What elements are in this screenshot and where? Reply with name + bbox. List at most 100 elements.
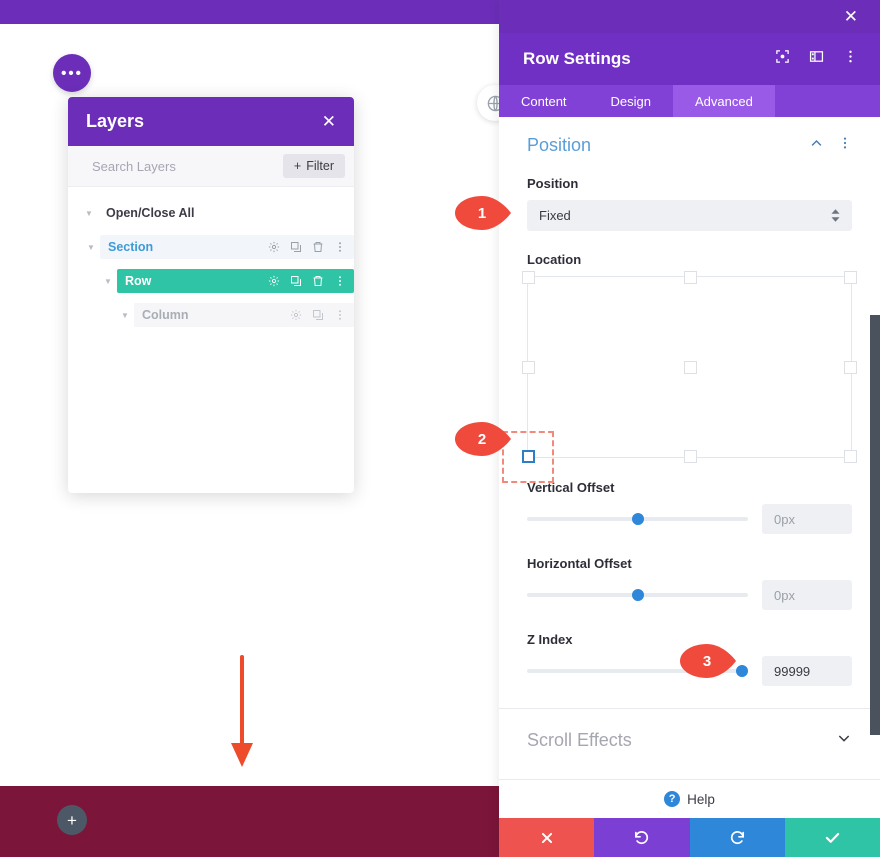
layer-row-column[interactable]: ▼ Column — [116, 303, 354, 327]
trash-icon[interactable] — [312, 241, 324, 253]
horizontal-offset-value[interactable]: 0px — [762, 580, 852, 610]
slider-knob[interactable] — [736, 665, 748, 677]
filter-button[interactable]: + Filter — [282, 154, 345, 178]
chevron-down-icon[interactable] — [836, 730, 852, 751]
close-icon[interactable]: ✕ — [844, 7, 858, 27]
settings-tabs: Content Design Advanced — [499, 85, 880, 117]
undo-button[interactable] — [594, 818, 690, 857]
save-button[interactable] — [784, 818, 880, 857]
tab-advanced[interactable]: Advanced — [673, 85, 775, 117]
anchor-top-left[interactable] — [522, 271, 535, 284]
annotation-marker-3-number: 3 — [702, 652, 712, 670]
layout-panel-icon[interactable] — [809, 49, 824, 69]
vertical-offset-label: Vertical Offset — [527, 480, 615, 495]
layer-label: Column — [142, 308, 189, 322]
help-button[interactable]: ? Help — [499, 779, 880, 818]
panel-scrollbar[interactable] — [870, 315, 880, 735]
anchor-middle-right[interactable] — [844, 361, 857, 374]
settings-scroll-area[interactable]: Position Position Fixed Location Vertica… — [499, 117, 880, 779]
help-label: Help — [687, 791, 715, 807]
annotation-marker-2: 2 — [455, 422, 511, 456]
settings-top-bar: ✕ — [499, 0, 880, 33]
duplicate-icon[interactable] — [290, 241, 302, 253]
layer-row-row[interactable]: ▼ Row — [99, 269, 354, 293]
anchor-bottom-right[interactable] — [844, 450, 857, 463]
more-vertical-icon[interactable] — [334, 275, 346, 287]
duplicate-icon[interactable] — [312, 309, 324, 321]
annotation-marker-1: 1 — [455, 196, 511, 230]
scroll-effects-title: Scroll Effects — [527, 730, 632, 750]
tab-design[interactable]: Design — [589, 85, 673, 117]
vertical-offset-slider[interactable] — [527, 510, 748, 528]
gear-icon[interactable] — [268, 241, 280, 253]
layer-label: Open/Close All — [106, 206, 195, 220]
chevron-down-icon[interactable]: ▼ — [99, 277, 117, 286]
location-grid[interactable] — [502, 271, 857, 483]
settings-header: Row Settings — [499, 33, 880, 85]
location-field-label: Location — [527, 252, 582, 267]
more-vertical-icon[interactable] — [334, 309, 346, 321]
position-section-header: Position — [527, 135, 852, 156]
tabs-filler — [775, 85, 880, 117]
trash-icon[interactable] — [312, 275, 324, 287]
position-select[interactable]: Fixed — [527, 200, 852, 231]
layers-panel: Layers ✕ + Filter ▼ Open/Close All ▼ — [68, 97, 354, 493]
layer-label: Section — [108, 240, 154, 254]
gear-icon[interactable] — [268, 275, 280, 287]
slider-knob[interactable] — [631, 589, 644, 601]
slider-knob[interactable] — [631, 513, 644, 525]
anchor-center[interactable] — [683, 361, 697, 374]
duplicate-icon[interactable] — [290, 275, 302, 287]
scroll-effects-section[interactable]: Scroll Effects — [499, 708, 880, 772]
vertical-offset-row: 0px — [527, 504, 852, 534]
position-select-value: Fixed — [539, 208, 571, 223]
anchor-top-right[interactable] — [844, 271, 857, 284]
add-section-button[interactable]: + — [57, 805, 87, 835]
add-section-label: + — [67, 810, 77, 830]
ellipsis-fab[interactable]: ••• — [53, 54, 91, 92]
horizontal-offset-row: 0px — [527, 580, 852, 610]
anchor-middle-left[interactable] — [522, 361, 535, 374]
redo-button[interactable] — [689, 818, 785, 857]
chevron-down-icon[interactable]: ▼ — [80, 209, 98, 218]
help-icon: ? — [664, 791, 681, 807]
layers-panel-header: Layers ✕ — [68, 97, 354, 146]
more-vertical-icon[interactable] — [334, 241, 346, 253]
layers-search-bar: + Filter — [68, 146, 354, 187]
chevron-down-icon[interactable]: ▼ — [116, 311, 134, 320]
gear-icon[interactable] — [290, 309, 302, 321]
layer-row-section[interactable]: ▼ Section — [82, 235, 354, 259]
layer-label: Row — [125, 274, 152, 288]
section-title: Position — [527, 135, 592, 155]
ellipsis-icon: ••• — [61, 64, 83, 82]
horizontal-offset-label: Horizontal Offset — [527, 556, 632, 571]
annotation-marker-2-number: 2 — [477, 430, 487, 448]
chevron-up-icon[interactable] — [809, 136, 824, 156]
close-icon[interactable]: ✕ — [322, 113, 336, 130]
chevron-down-icon[interactable]: ▼ — [82, 243, 100, 252]
filter-button-label: Filter — [306, 159, 334, 173]
screen: + ••• Layers ✕ + Filter — [0, 0, 880, 857]
position-section: Position Position Fixed Location Vertica… — [499, 117, 880, 686]
anchor-top-center[interactable] — [683, 271, 697, 284]
horizontal-offset-slider[interactable] — [527, 586, 748, 604]
row-settings-panel: ✕ Row Settings Content Design Advanced P… — [499, 0, 880, 857]
annotation-marker-3: 3 — [680, 644, 736, 678]
panel-title: Row Settings — [523, 49, 631, 68]
search-input[interactable] — [92, 158, 277, 174]
anchor-bottom-center[interactable] — [683, 450, 697, 463]
tab-content[interactable]: Content — [499, 85, 589, 117]
more-vertical-icon[interactable] — [838, 136, 852, 155]
chevron-updown-icon — [831, 209, 840, 222]
down-arrow-annotation — [228, 655, 256, 775]
focus-target-icon[interactable] — [775, 49, 790, 69]
vertical-offset-value[interactable]: 0px — [762, 504, 852, 534]
z-index-value[interactable]: 99999 — [762, 656, 852, 686]
anchor-bottom-left[interactable] — [522, 450, 535, 463]
position-field-label: Position — [527, 176, 579, 191]
layer-row-open-close-all[interactable]: ▼ Open/Close All — [80, 201, 354, 225]
cancel-button[interactable] — [499, 818, 595, 857]
annotation-marker-1-number: 1 — [477, 204, 487, 222]
more-vertical-icon[interactable] — [843, 49, 858, 69]
settings-footer — [499, 818, 880, 857]
